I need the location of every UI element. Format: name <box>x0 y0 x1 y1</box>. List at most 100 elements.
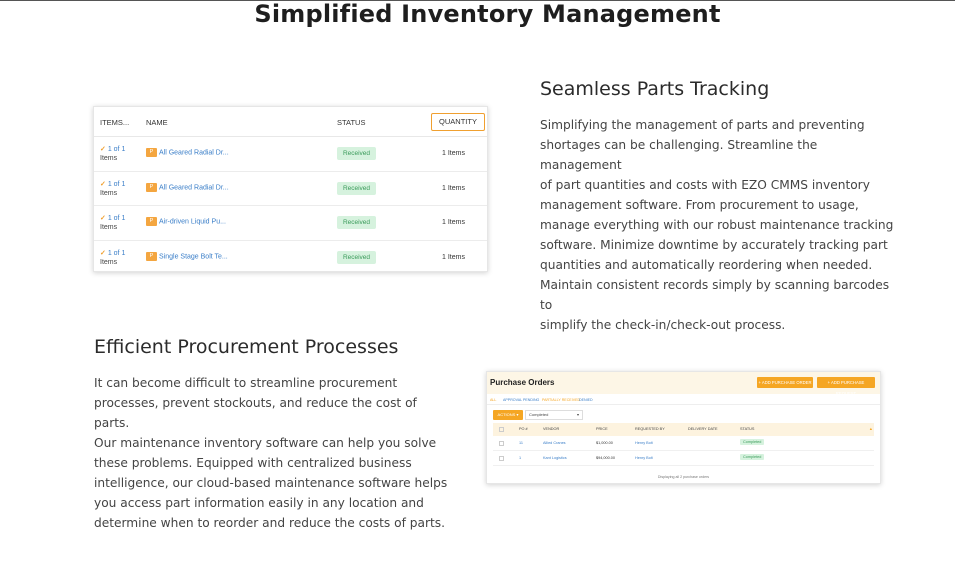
item-name-link[interactable]: Single Stage Bolt Te... <box>159 253 228 260</box>
requested-by-link[interactable]: Henry Bolt <box>635 456 653 460</box>
table-row[interactable]: ✓ 1 of 1 Items P Single Stage Bolt Te... Rec… <box>94 241 487 276</box>
quantity-value: 1 Items <box>442 184 465 192</box>
item-name-cell: P Single Stage Bolt Te... <box>146 251 228 261</box>
vendor-link[interactable]: Kant Logistics <box>543 456 567 460</box>
select-all-checkbox[interactable] <box>499 427 504 432</box>
status-badge: Completed <box>740 439 765 445</box>
add-purchase-request-button[interactable]: + ADD PURCHASE REQUEST <box>817 377 875 396</box>
header-name[interactable]: NAME <box>146 118 168 127</box>
section-title-procurement: Efficient Procurement Processes <box>94 336 399 358</box>
quantity-value: 1 Items <box>442 150 465 157</box>
purchase-orders-tabs: ALL APPROVAL PENDING PARTIALLY RECEIVED … <box>487 394 880 405</box>
check-icon: ✓ <box>100 146 106 153</box>
po-number-link[interactable]: 1 <box>519 456 521 460</box>
items-count[interactable]: 1 of 1 <box>108 146 126 153</box>
items-count[interactable]: 1 of 1 <box>108 215 126 222</box>
items-table-header: ITEMS... NAME STATUS QUANTITY <box>94 107 487 137</box>
price-value: $1,000.00 <box>596 441 613 445</box>
items-count-line: ✓ 1 of 1 <box>100 249 125 258</box>
item-name-cell: P Air-driven Liquid Pu... <box>146 217 226 226</box>
item-name-link[interactable]: All Geared Radial Dr... <box>159 184 229 191</box>
section-text-parts-tracking: Simplifying the management of parts and … <box>540 115 900 335</box>
row-checkbox[interactable] <box>499 456 504 461</box>
status-filter-select[interactable]: Completed ▾ <box>525 410 583 420</box>
items-count-line: ✓ 1 of 1 <box>100 145 125 154</box>
paragraph-line: It can become difficult to streamline pr… <box>94 376 398 390</box>
table-row[interactable]: 11 Allied Cranes $1,000.00 Henry Bolt Comple… <box>493 436 874 451</box>
tab-denied[interactable]: DENIED <box>579 398 593 402</box>
paragraph-line: determine when to reorder and reduce the… <box>94 516 445 530</box>
paragraph-line: Maintain consistent records simply by sc… <box>540 278 890 312</box>
paragraph-line: simplify the check-in/check-out process. <box>540 318 786 332</box>
vendor-link[interactable]: Allied Cranes <box>543 441 566 445</box>
status-badge: Received <box>337 216 376 229</box>
items-word: Items <box>100 189 118 197</box>
part-badge-icon: P <box>146 217 157 226</box>
item-name-cell: P All Geared Radial Dr... <box>146 148 229 157</box>
header-quantity[interactable]: QUANTITY <box>431 113 485 131</box>
items-count[interactable]: 1 of 1 <box>108 181 126 188</box>
items-count-line: ✓ 1 of 1 <box>100 214 125 223</box>
paragraph-line: these problems. Equipped with centralize… <box>94 456 412 470</box>
tab-all[interactable]: ALL <box>490 398 496 402</box>
row-checkbox[interactable] <box>499 441 504 446</box>
quantity-value: 1 Items <box>442 219 465 226</box>
column-status[interactable]: STATUS <box>740 427 754 431</box>
items-word: Items <box>100 224 118 231</box>
tab-partially-received[interactable]: PARTIALLY RECEIVED <box>542 398 580 402</box>
item-name-link[interactable]: Air-driven Liquid Pu... <box>159 218 226 225</box>
tab-approval-pending[interactable]: APPROVAL PENDING <box>503 398 539 402</box>
po-number-link[interactable]: 11 <box>519 441 523 445</box>
items-count-cell: ✓ 1 of 1 Items <box>100 214 125 232</box>
paragraph-line: processes, prevent stockouts, and reduce… <box>94 396 417 430</box>
requested-by-link[interactable]: Henry Bolt <box>635 441 653 445</box>
paragraph-line: of part quantities and costs with EZO CM… <box>540 178 870 192</box>
status-badge: Received <box>337 250 376 264</box>
items-word: Items <box>100 155 118 162</box>
items-count-cell: ✓ 1 of 1 Items <box>100 180 125 198</box>
status-badge: Received <box>337 147 376 160</box>
header-items[interactable]: ITEMS... <box>100 118 129 127</box>
purchase-orders-table-header: PO # VENDOR PRICE REQUESTED BY DELIVERY … <box>493 423 874 436</box>
paragraph-line: intelligence, our cloud-based maintenanc… <box>94 476 448 490</box>
column-vendor[interactable]: VENDOR <box>543 427 559 431</box>
purchase-orders-title: Purchase Orders <box>490 378 555 387</box>
price-value: $94,000.00 <box>596 456 616 460</box>
purchase-orders-filter-bar: ACTIONS ▾ Completed ▾ <box>487 405 880 423</box>
table-row[interactable]: ✓ 1 of 1 Items P Air-driven Liquid Pu... Rec… <box>94 206 487 241</box>
table-row[interactable]: ✓ 1 of 1 Items P All Geared Radial Dr... Rec… <box>94 172 487 206</box>
paragraph-line: manage everything with our robust mainte… <box>540 218 894 232</box>
table-row[interactable]: 1 Kant Logistics $94,000.00 Henry Bolt Compl… <box>493 451 874 466</box>
items-count-cell: ✓ 1 of 1 Items <box>100 145 125 163</box>
paragraph-line: Our maintenance inventory software can h… <box>94 436 437 450</box>
chevron-down-icon: ▾ <box>576 412 579 417</box>
purchase-orders-footer: Displaying all 2 purchase orders <box>657 475 710 479</box>
items-word: Items <box>100 258 118 266</box>
item-name-link[interactable]: All Geared Radial Dr... <box>159 149 229 156</box>
actions-dropdown[interactable]: ACTIONS ▾ <box>493 410 523 420</box>
column-price[interactable]: PRICE <box>596 427 608 431</box>
table-row[interactable]: ✓ 1 of 1 Items P All Geared Radial Dr... Rec… <box>94 137 487 172</box>
section-title-parts-tracking: Seamless Parts Tracking <box>540 78 770 100</box>
collapse-icon[interactable]: ▲ <box>869 427 873 431</box>
paragraph-line: management software. From procurement to… <box>540 198 859 212</box>
paragraph-line: software. Minimize downtime by accuratel… <box>540 238 888 252</box>
purchase-orders-header: Purchase Orders + ADD PURCHASE ORDER + A… <box>487 372 880 396</box>
column-requested-by[interactable]: REQUESTED BY <box>635 427 665 431</box>
header-status[interactable]: STATUS <box>337 118 365 127</box>
quantity-value: 1 Items <box>442 253 465 261</box>
paragraph-line: quantities and automatically reordering … <box>540 258 873 272</box>
status-badge: Completed <box>740 454 765 460</box>
items-table-card: ITEMS... NAME STATUS QUANTITY ✓ 1 of 1 It… <box>93 106 488 272</box>
check-icon: ✓ <box>100 249 106 257</box>
add-purchase-order-button[interactable]: + ADD PURCHASE ORDER <box>757 377 813 388</box>
page-title: Simplified Inventory Management <box>254 0 721 28</box>
column-po[interactable]: PO # <box>519 427 528 431</box>
items-count[interactable]: 1 of 1 <box>108 250 126 257</box>
items-count-line: ✓ 1 of 1 <box>100 180 125 189</box>
column-delivery-date[interactable]: DELIVERY DATE <box>688 427 718 431</box>
paragraph-line: Simplifying the management of parts and … <box>540 118 865 132</box>
items-table-body: ✓ 1 of 1 Items P All Geared Radial Dr... Rec… <box>94 137 487 275</box>
status-filter-value: Completed <box>529 412 549 417</box>
purchase-orders-table-body: 11 Allied Cranes $1,000.00 Henry Bolt Comple… <box>487 436 880 466</box>
